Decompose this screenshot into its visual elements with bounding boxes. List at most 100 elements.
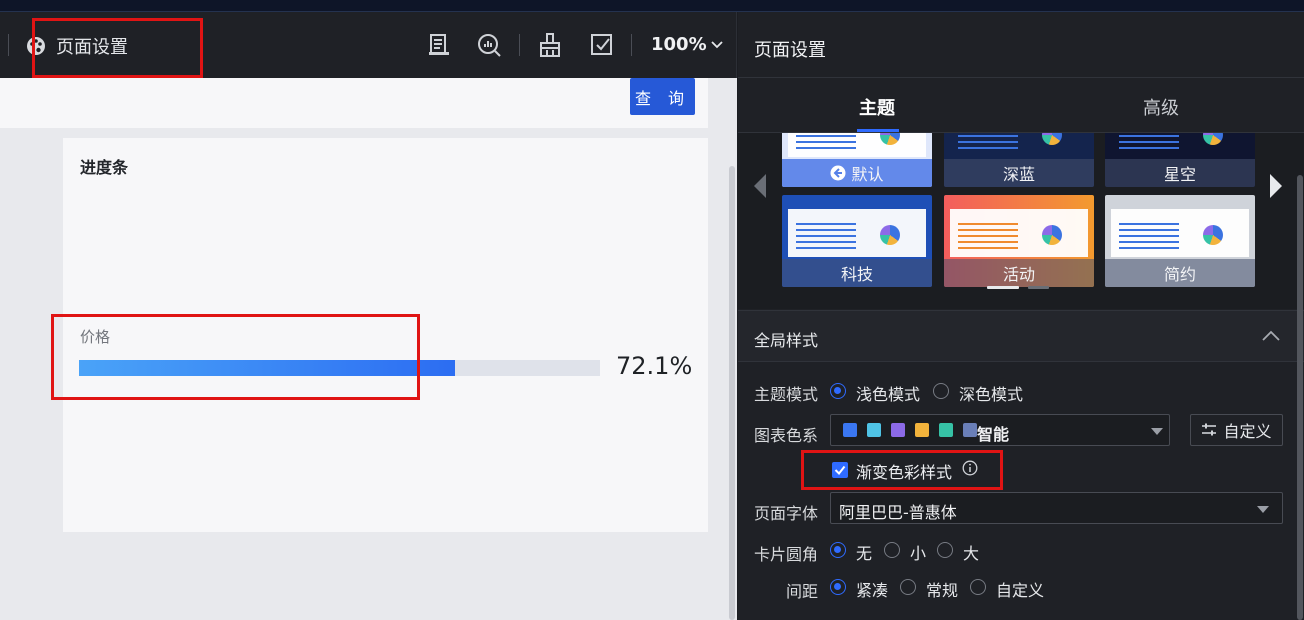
custom-palette-button[interactable]: 自定义 bbox=[1190, 414, 1283, 446]
theme-label: 深蓝 bbox=[944, 159, 1094, 187]
palette-swatch bbox=[843, 423, 857, 437]
chevron-up-icon bbox=[1262, 330, 1280, 341]
progress-label: 价格 bbox=[80, 328, 111, 346]
divider bbox=[738, 77, 1304, 78]
theme-preview-bars bbox=[1119, 133, 1179, 153]
carousel-dot-active[interactable] bbox=[987, 286, 1019, 289]
theme-gallery: 默认 深蓝 星空 科技 活动 简约 bbox=[738, 133, 1304, 309]
brush-clean-icon[interactable] bbox=[537, 32, 563, 58]
palette-swatch bbox=[867, 423, 881, 437]
palette-swatch bbox=[915, 423, 929, 437]
radio-corner-large[interactable] bbox=[937, 542, 953, 558]
page-settings-label: 页面设置 bbox=[56, 37, 128, 58]
progress-track bbox=[79, 360, 600, 376]
page-settings-button[interactable]: 页面设置 bbox=[26, 32, 128, 60]
zoom-value: 100% bbox=[651, 34, 707, 55]
chart-palette-select[interactable]: 智能 bbox=[830, 414, 1170, 446]
palette-swatch bbox=[963, 423, 977, 437]
toolbar-divider bbox=[519, 34, 520, 56]
option-spacing-custom[interactable]: 自定义 bbox=[996, 577, 1044, 601]
gradient-checkbox[interactable] bbox=[832, 462, 848, 478]
radio-corner-none[interactable] bbox=[830, 542, 846, 558]
theme-preview-pie bbox=[1203, 133, 1223, 145]
chevron-right-icon[interactable] bbox=[1268, 173, 1284, 199]
toolbar-divider bbox=[8, 34, 9, 56]
option-corner-small[interactable]: 小 bbox=[910, 540, 926, 564]
caret-down-icon bbox=[1257, 506, 1269, 513]
query-panel: 查 询 bbox=[0, 78, 708, 128]
option-dark-mode[interactable]: 深色模式 bbox=[959, 381, 1023, 405]
font-select[interactable]: 阿里巴巴-普惠体 bbox=[830, 492, 1283, 524]
chart-search-icon[interactable] bbox=[476, 32, 502, 58]
theme-card-default[interactable]: 默认 bbox=[782, 133, 932, 187]
chevron-down-icon bbox=[710, 40, 723, 48]
theme-preview-pie bbox=[1042, 225, 1062, 245]
theme-preview-bars bbox=[958, 133, 1018, 153]
zoom-dropdown[interactable]: 100% bbox=[651, 34, 723, 55]
chevron-left-icon[interactable] bbox=[752, 173, 768, 199]
info-icon[interactable] bbox=[962, 460, 978, 476]
option-spacing-compact[interactable]: 紧凑 bbox=[856, 577, 888, 601]
font-label: 页面字体 bbox=[754, 504, 819, 523]
custom-button-label: 自定义 bbox=[1223, 422, 1272, 441]
theme-card-deep-blue[interactable]: 深蓝 bbox=[944, 133, 1094, 187]
palette-swatch bbox=[891, 423, 905, 437]
theme-preview-pie bbox=[880, 225, 900, 245]
settings-panel: 页面设置 主题 高级 默认 深蓝 星空 科技 活动 简约 全局样式 主题模式 浅… bbox=[738, 12, 1304, 620]
editor-toolbar: 页面设置 100% bbox=[0, 12, 737, 78]
gradient-label[interactable]: 渐变色彩样式 bbox=[856, 459, 952, 483]
tab-theme[interactable]: 主题 bbox=[859, 94, 895, 120]
theme-preview-pie bbox=[1203, 225, 1223, 245]
back-circle-icon bbox=[830, 165, 846, 181]
check-box-icon[interactable] bbox=[589, 32, 615, 58]
progress-value: 72.1% bbox=[616, 352, 693, 380]
check-icon bbox=[834, 465, 846, 476]
toolbar-divider bbox=[631, 34, 632, 56]
option-corner-none[interactable]: 无 bbox=[856, 540, 872, 564]
progress-card[interactable]: 进度条 价格 72.1% bbox=[63, 138, 708, 532]
canvas-scrollbar[interactable] bbox=[729, 166, 735, 620]
caret-down-icon bbox=[1151, 428, 1163, 435]
radio-light-mode[interactable] bbox=[830, 383, 846, 399]
theme-card-tech[interactable]: 科技 bbox=[782, 195, 932, 287]
theme-label: 科技 bbox=[782, 259, 932, 287]
option-spacing-normal[interactable]: 常规 bbox=[926, 577, 958, 601]
theme-preview-bars bbox=[796, 133, 856, 153]
panel-scrollbar[interactable] bbox=[1297, 175, 1303, 620]
theme-label: 星空 bbox=[1105, 159, 1255, 187]
query-button[interactable]: 查 询 bbox=[630, 78, 695, 115]
theme-label: 默认 bbox=[782, 159, 932, 187]
theme-label: 活动 bbox=[944, 259, 1094, 287]
theme-preview-bars bbox=[1119, 223, 1179, 253]
spacing-label: 间距 bbox=[786, 582, 819, 601]
theme-preview-bars bbox=[796, 223, 856, 253]
radio-spacing-compact[interactable] bbox=[830, 579, 846, 595]
theme-preview-bars bbox=[958, 223, 1018, 253]
option-corner-large[interactable]: 大 bbox=[963, 540, 979, 564]
radio-dark-mode[interactable] bbox=[933, 383, 949, 399]
global-style-header[interactable]: 全局样式 bbox=[738, 310, 1304, 362]
theme-label: 简约 bbox=[1105, 259, 1255, 287]
theme-card-starry[interactable]: 星空 bbox=[1105, 133, 1255, 187]
carousel-dot[interactable] bbox=[1028, 286, 1049, 289]
sliders-icon bbox=[1202, 423, 1217, 436]
tab-advanced[interactable]: 高级 bbox=[1143, 94, 1179, 120]
font-value: 阿里巴巴-普惠体 bbox=[839, 503, 957, 522]
palette-value: 智能 bbox=[977, 425, 1010, 444]
progress-fill bbox=[79, 360, 455, 376]
theme-card-event[interactable]: 活动 bbox=[944, 195, 1094, 287]
theme-mode-label: 主题模式 bbox=[754, 385, 819, 404]
palette-icon bbox=[27, 37, 45, 55]
report-canvas: 查 询 进度条 价格 72.1% bbox=[0, 78, 737, 620]
radio-spacing-normal[interactable] bbox=[900, 579, 916, 595]
chart-palette-label: 图表色系 bbox=[754, 426, 819, 445]
top-strip bbox=[0, 0, 1304, 12]
radio-corner-small[interactable] bbox=[884, 542, 900, 558]
section-title: 全局样式 bbox=[754, 331, 819, 350]
theme-card-simple[interactable]: 简约 bbox=[1105, 195, 1255, 287]
radio-spacing-custom[interactable] bbox=[970, 579, 986, 595]
panel-title: 页面设置 bbox=[754, 40, 826, 61]
option-light-mode[interactable]: 浅色模式 bbox=[856, 381, 920, 405]
document-icon[interactable] bbox=[426, 32, 452, 58]
card-title: 进度条 bbox=[80, 158, 129, 177]
